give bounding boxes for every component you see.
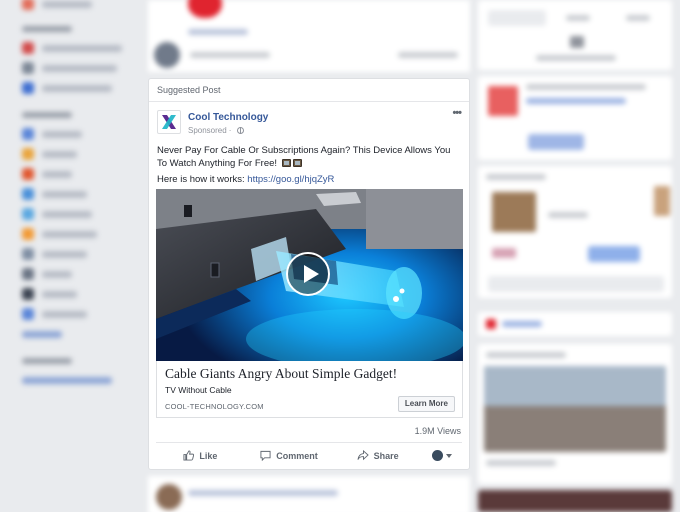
comment-button[interactable]: Comment	[245, 450, 334, 461]
next-post-blurred	[148, 476, 470, 512]
share-button[interactable]: Share	[333, 450, 422, 461]
right-rail-blurred	[478, 0, 680, 512]
thumbs-up-icon	[183, 450, 195, 461]
video-thumbnail[interactable]	[156, 189, 463, 361]
post-text-line1: Never Pay For Cable Or Subscriptions Aga…	[157, 145, 451, 169]
learn-more-button[interactable]: Learn More	[397, 396, 455, 412]
left-sidebar-blurred	[0, 0, 145, 512]
cool-technology-logo-icon[interactable]	[157, 110, 181, 134]
ellipsis-icon[interactable]: •••	[452, 107, 462, 119]
post-body: Never Pay For Cable Or Subscriptions Aga…	[149, 135, 469, 186]
share-icon	[357, 450, 369, 461]
view-count[interactable]: 1.9M Views	[415, 426, 461, 436]
like-label: Like	[199, 450, 218, 461]
ad-domain: COOL-TECHNOLOGY.COM	[165, 402, 264, 411]
post-author-row: Cool Technology Sponsored · •••	[149, 102, 469, 135]
globe-icon	[237, 127, 245, 134]
like-button[interactable]: Like	[156, 450, 245, 461]
share-label: Share	[373, 450, 399, 461]
sponsored-text: Sponsored	[188, 126, 227, 135]
profile-avatar-icon	[432, 450, 444, 461]
tv-emoji-icon	[281, 159, 291, 167]
suggested-post-label: Suggested Post	[149, 79, 469, 102]
comment-label: Comment	[276, 450, 318, 461]
post-text-line2: Here is how it works:	[157, 174, 248, 185]
post-link[interactable]: https://goo.gl/hjqZyR	[247, 174, 334, 185]
post-actions-bar: Like Comment Share	[156, 442, 462, 468]
ad-headline[interactable]: Cable Giants Angry About Simple Gadget!	[165, 366, 454, 382]
play-icon[interactable]	[286, 252, 330, 296]
ad-link-preview[interactable]: Cable Giants Angry About Simple Gadget! …	[156, 361, 463, 418]
comment-icon	[260, 450, 271, 461]
page-name-link[interactable]: Cool Technology	[188, 112, 268, 123]
sponsored-label: Sponsored ·	[188, 126, 268, 135]
chevron-down-icon	[446, 453, 453, 458]
react-as-selector[interactable]	[422, 450, 462, 461]
ad-description: TV Without Cable	[165, 385, 232, 395]
tv-emoji-icon	[292, 159, 302, 167]
previous-post-blurred	[148, 0, 470, 72]
suggested-post-card: Suggested Post Cool Technology Sponsored…	[148, 78, 470, 470]
